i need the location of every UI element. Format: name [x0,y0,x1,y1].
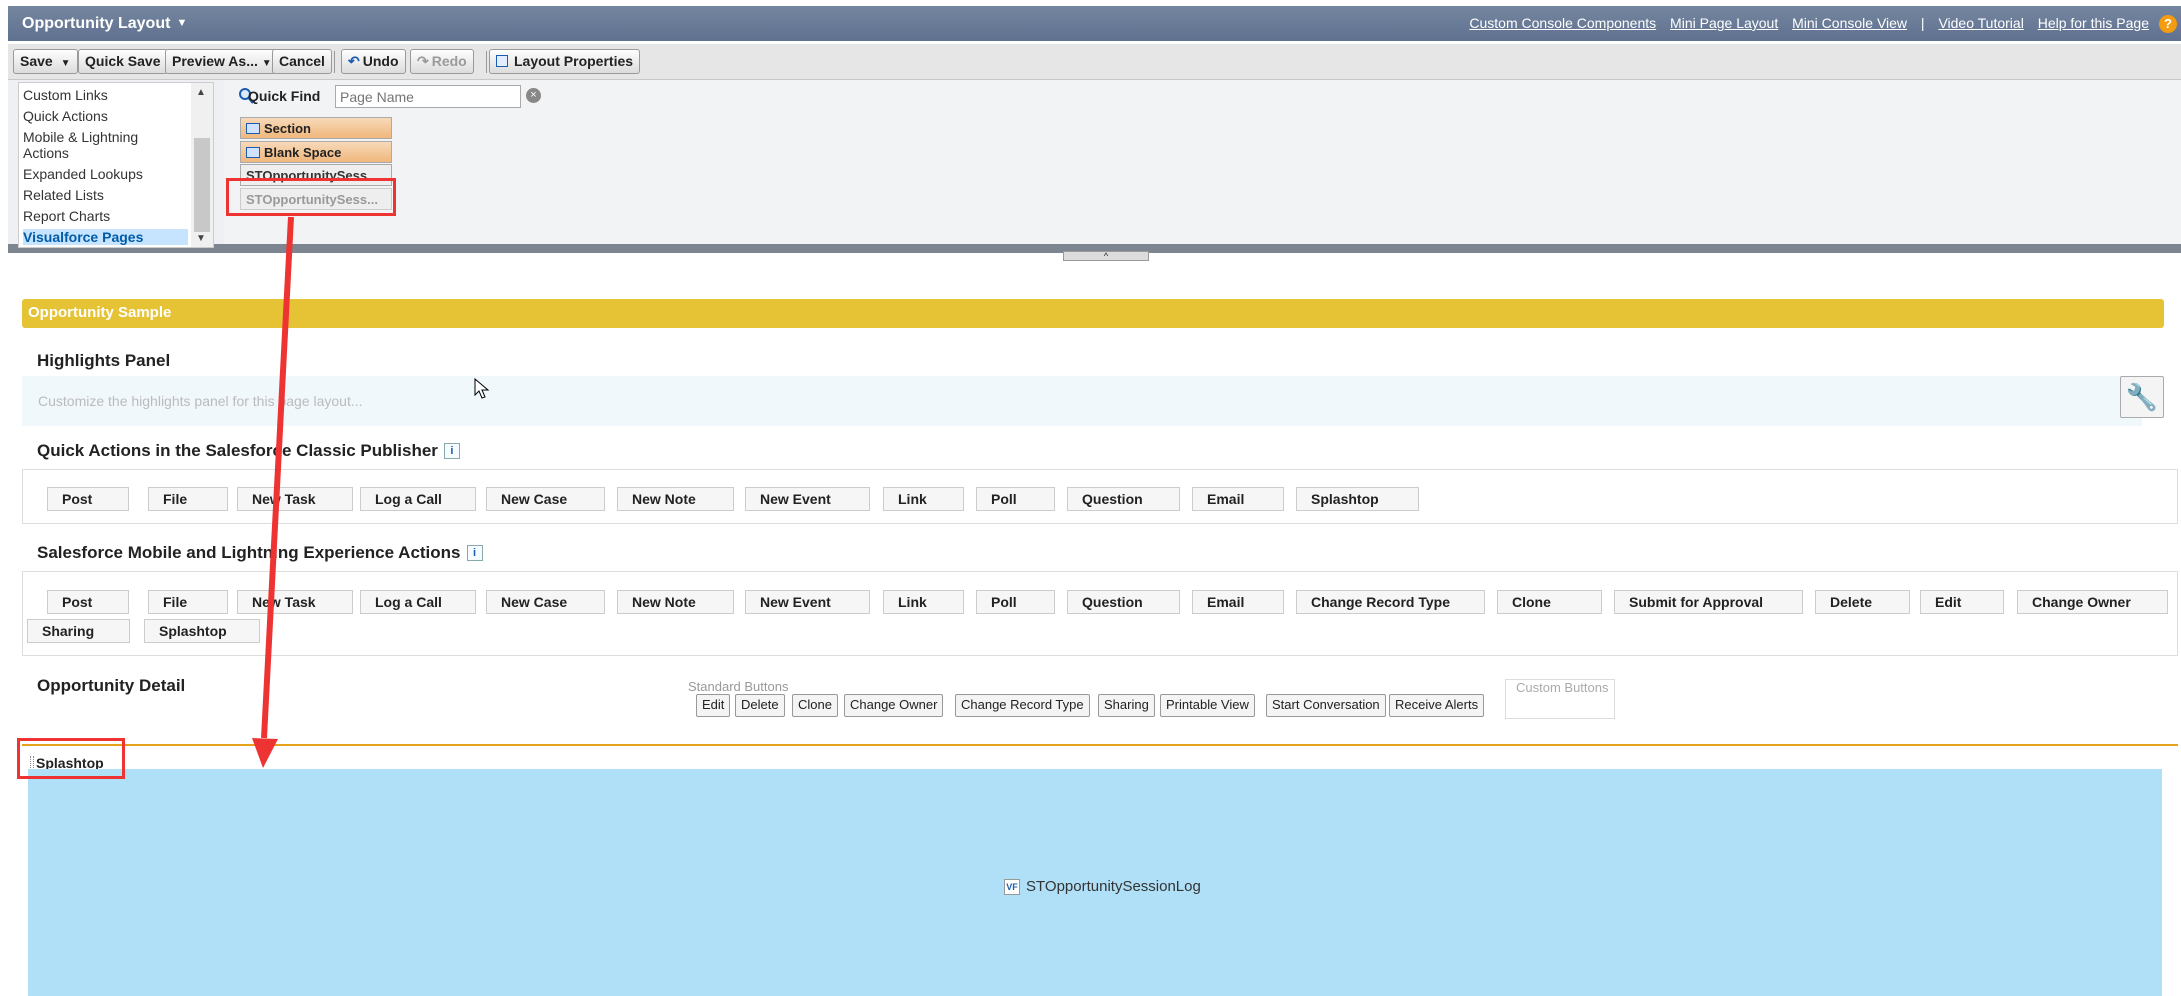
annotation-arrow [252,216,294,768]
mouse-cursor-icon [474,378,490,399]
